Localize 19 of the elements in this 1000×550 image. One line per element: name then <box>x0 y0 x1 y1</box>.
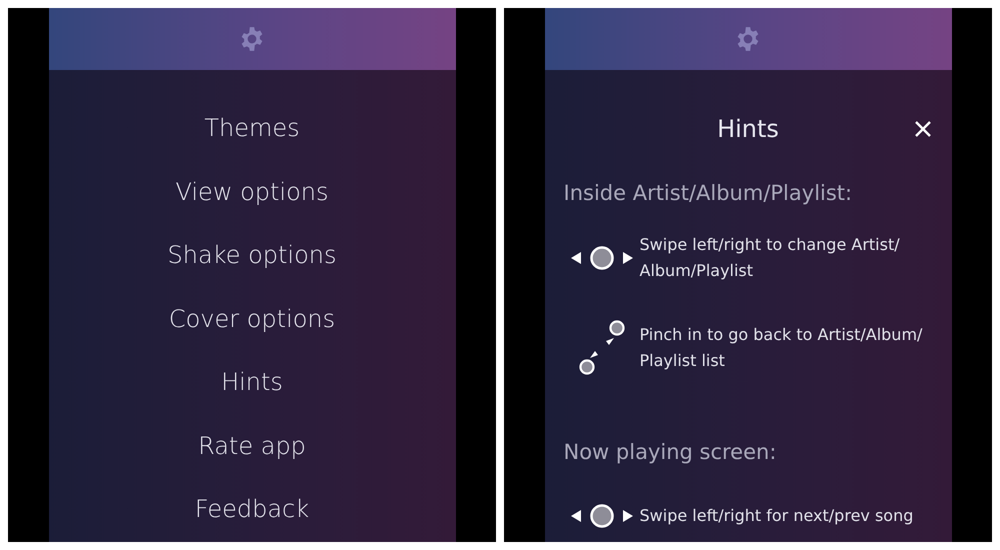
menu-item[interactable]: View options <box>176 160 328 224</box>
menu-item[interactable]: Hints <box>221 351 283 414</box>
screen-title: Hints <box>717 114 779 145</box>
swipe-gesture-icon <box>568 245 634 271</box>
menu-item[interactable]: Shake options <box>168 224 336 288</box>
settings-icon[interactable] <box>735 26 761 52</box>
menu-item[interactable]: Feedback <box>194 478 310 542</box>
section-heading: Now playing screen: <box>562 439 778 466</box>
close-icon[interactable] <box>914 120 932 138</box>
menu-item[interactable]: Cover options <box>168 288 336 351</box>
menu-item[interactable]: Themes <box>204 97 300 160</box>
hint-text: Pinch in to go back to Artist/Album/ Playlist list <box>640 324 924 372</box>
swipe-gesture-icon <box>568 503 634 529</box>
section-heading: Inside Artist/Album/Playlist: <box>562 180 854 207</box>
hint-text: Swipe left/right to change Artist/ Album/Playlist <box>640 234 901 282</box>
hint-text: Swipe left/right for next/prev song <box>640 505 914 527</box>
settings-icon[interactable] <box>239 26 265 52</box>
menu-item[interactable]: Rate app <box>198 414 306 478</box>
pinch-gesture-icon <box>578 320 624 376</box>
